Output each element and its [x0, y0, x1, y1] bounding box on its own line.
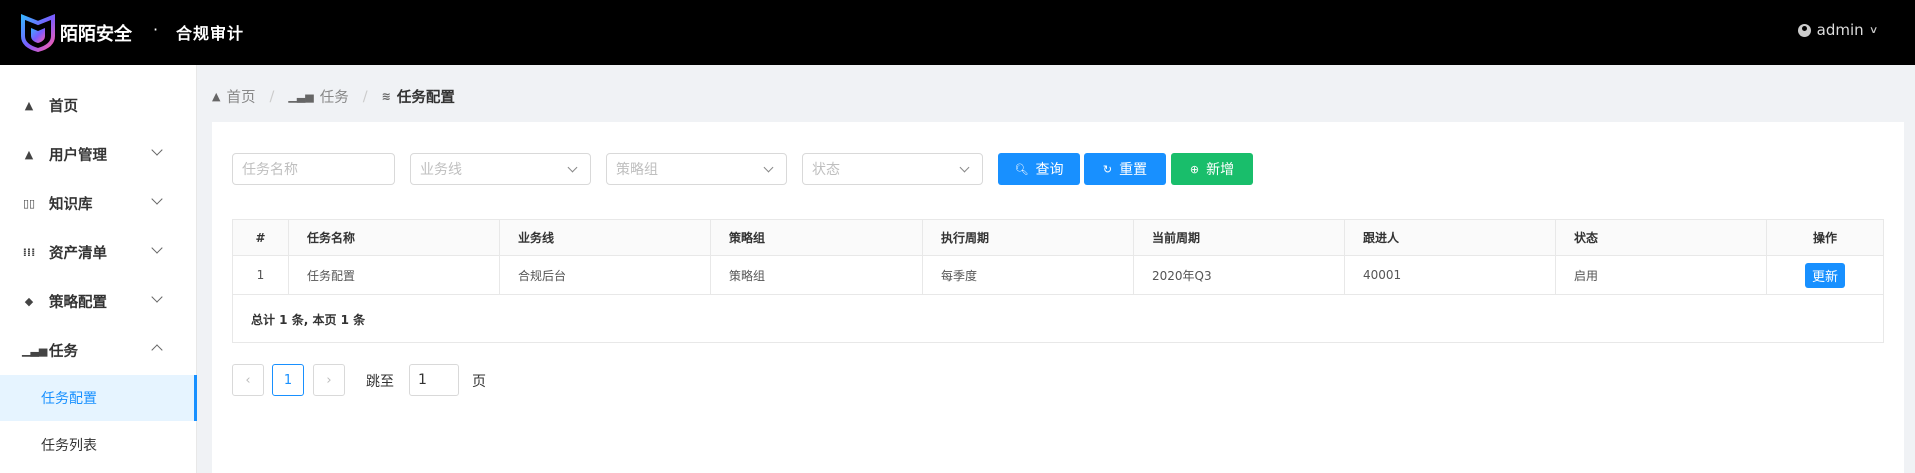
shield-logo-icon: [21, 14, 55, 52]
breadcrumb-home[interactable]: ▲ 首页: [212, 86, 255, 107]
layers-icon: ≋: [381, 90, 391, 103]
user-menu[interactable]: admin ∨: [1797, 21, 1879, 39]
sidebar-subitem-label: 任务配置: [41, 391, 97, 407]
query-button[interactable]: 🔍︎ 查询: [998, 153, 1080, 185]
task-table: # 任务名称 业务线 策略组 执行周期 当前周期 跟进人 状态 操作 1 任务配…: [232, 219, 1884, 343]
table-header: # 任务名称 业务线 策略组 执行周期 当前周期 跟进人 状态 操作: [233, 220, 1883, 256]
table-cell: 2020年Q3: [1134, 256, 1345, 294]
sidebar: ▲ 首页 ▲ 用户管理 ▯▯ 知识库 ⁞⁞⁞ 资产清单 ◆ 策略配置 ▁▃▅ 任…: [0, 65, 197, 473]
breadcrumb-current: ≋ 任务配置: [382, 86, 455, 107]
book-icon: ▯▯: [22, 196, 36, 210]
sidebar-item-label: 首页: [49, 98, 78, 115]
breadcrumb-separator: /: [269, 88, 275, 105]
breadcrumb: ▲ 首页 / ▁▃▅ 任务 / ≋ 任务配置: [212, 86, 455, 107]
column-header: 执行周期: [923, 220, 1134, 255]
breadcrumb-task[interactable]: ▁▃▅ 任务: [288, 86, 348, 107]
chevron-down-icon: [567, 162, 578, 173]
column-header: 状态: [1556, 220, 1767, 255]
username: admin: [1816, 21, 1864, 39]
status-select[interactable]: 状态: [802, 153, 983, 185]
sidebar-item-label: 资产清单: [49, 245, 107, 262]
chevron-down-icon: [151, 144, 163, 156]
sidebar-item-policy-config[interactable]: ◆ 策略配置: [0, 277, 197, 325]
bar-chart-icon: ▁▃▅: [288, 90, 314, 103]
jump-to-label: 跳至: [366, 374, 394, 390]
status-placeholder: 状态: [812, 162, 840, 178]
table-cell: 策略组: [711, 256, 923, 294]
chevron-down-icon: [959, 162, 970, 173]
table-cell: 启用: [1556, 256, 1767, 294]
chevron-down-icon: [151, 193, 163, 205]
pagination-next-button[interactable]: ›: [313, 364, 345, 396]
pagination-page-1[interactable]: 1: [272, 364, 304, 396]
breadcrumb-separator: /: [362, 88, 368, 105]
policy-group-select[interactable]: 策略组: [606, 153, 787, 185]
chevron-up-icon: [151, 344, 163, 356]
home-icon: ▲: [212, 90, 221, 103]
column-header: #: [233, 220, 289, 255]
task-name-input[interactable]: 任务名称: [232, 153, 395, 185]
table-cell: 合规后台: [500, 256, 711, 294]
query-label: 查询: [1035, 162, 1064, 178]
home-icon: ▲: [24, 147, 34, 161]
sidebar-item-label: 知识库: [49, 196, 93, 213]
table-row: 1 任务配置 合规后台 策略组 每季度 2020年Q3 40001 启用 更新: [233, 256, 1883, 295]
table-cell: 1: [233, 256, 289, 294]
sidebar-item-label: 策略配置: [49, 294, 107, 311]
brand-name: 陌陌安全: [60, 24, 132, 45]
table-cell: 40001: [1345, 256, 1556, 294]
update-button[interactable]: 更新: [1804, 262, 1845, 288]
reset-button[interactable]: ↻ 重置: [1084, 153, 1166, 185]
column-header: 策略组: [711, 220, 923, 255]
breadcrumb-current-label: 任务配置: [396, 90, 455, 106]
task-name-placeholder: 任务名称: [242, 162, 298, 178]
column-header: 操作: [1812, 231, 1837, 245]
chevron-down-icon: [763, 162, 774, 173]
pagination-prev-button[interactable]: ‹: [232, 364, 264, 396]
search-icon: 🔍︎: [1014, 162, 1029, 176]
page-suffix-label: 页: [472, 374, 486, 390]
column-header: 任务名称: [289, 220, 500, 255]
user-icon: [1797, 23, 1811, 37]
sidebar-item-assets[interactable]: ⁞⁞⁞ 资产清单: [0, 228, 197, 276]
plus-circle-icon: ⊕: [1189, 162, 1200, 176]
chevron-down-icon: [151, 291, 163, 303]
home-icon: ▲: [24, 98, 34, 112]
sidebar-item-knowledge-base[interactable]: ▯▯ 知识库: [0, 179, 197, 227]
table-footer-summary: 总计 1 条, 本页 1 条: [251, 312, 366, 327]
column-header: 当前周期: [1134, 220, 1345, 255]
sidebar-subitem-task-list[interactable]: 任务列表: [0, 422, 197, 468]
chevron-down-icon: ∨: [1868, 24, 1879, 36]
brand-separator: ·: [153, 20, 159, 39]
column-header: 业务线: [500, 220, 711, 255]
table-cell-actions: 更新: [1767, 256, 1883, 294]
cube-icon: ◆: [24, 294, 34, 308]
policy-group-placeholder: 策略组: [616, 162, 658, 178]
reset-label: 重置: [1119, 162, 1148, 178]
top-header: 陌陌安全 · 合规审计 admin ∨: [0, 0, 1915, 65]
add-button[interactable]: ⊕ 新增: [1171, 153, 1253, 185]
breadcrumb-task-label: 任务: [319, 90, 349, 106]
sidebar-item-label: 任务: [49, 343, 78, 360]
sidebar-subitem-task-config[interactable]: 任务配置: [0, 375, 197, 421]
breadcrumb-home-label: 首页: [226, 90, 256, 106]
bar-chart-icon: ▁▃▅: [22, 343, 48, 357]
table-cell: 每季度: [923, 256, 1134, 294]
jump-page-input[interactable]: 1: [409, 364, 459, 396]
refresh-icon: ↻: [1102, 162, 1113, 176]
business-line-placeholder: 业务线: [420, 162, 462, 178]
business-line-select[interactable]: 业务线: [410, 153, 591, 185]
sidebar-item-tasks[interactable]: ▁▃▅ 任务: [0, 326, 197, 374]
sidebar-item-home[interactable]: ▲ 首页: [0, 81, 197, 129]
add-label: 新增: [1206, 162, 1235, 178]
sidebar-item-label: 用户管理: [49, 147, 107, 164]
chevron-down-icon: [151, 242, 163, 254]
grid-icon: ⁞⁞⁞: [22, 245, 36, 259]
app-subtitle: 合规审计: [176, 24, 245, 43]
table-cell: 任务配置: [289, 256, 500, 294]
sidebar-subitem-label: 任务列表: [41, 438, 97, 454]
column-header: 跟进人: [1345, 220, 1556, 255]
sidebar-item-user-management[interactable]: ▲ 用户管理: [0, 130, 197, 178]
